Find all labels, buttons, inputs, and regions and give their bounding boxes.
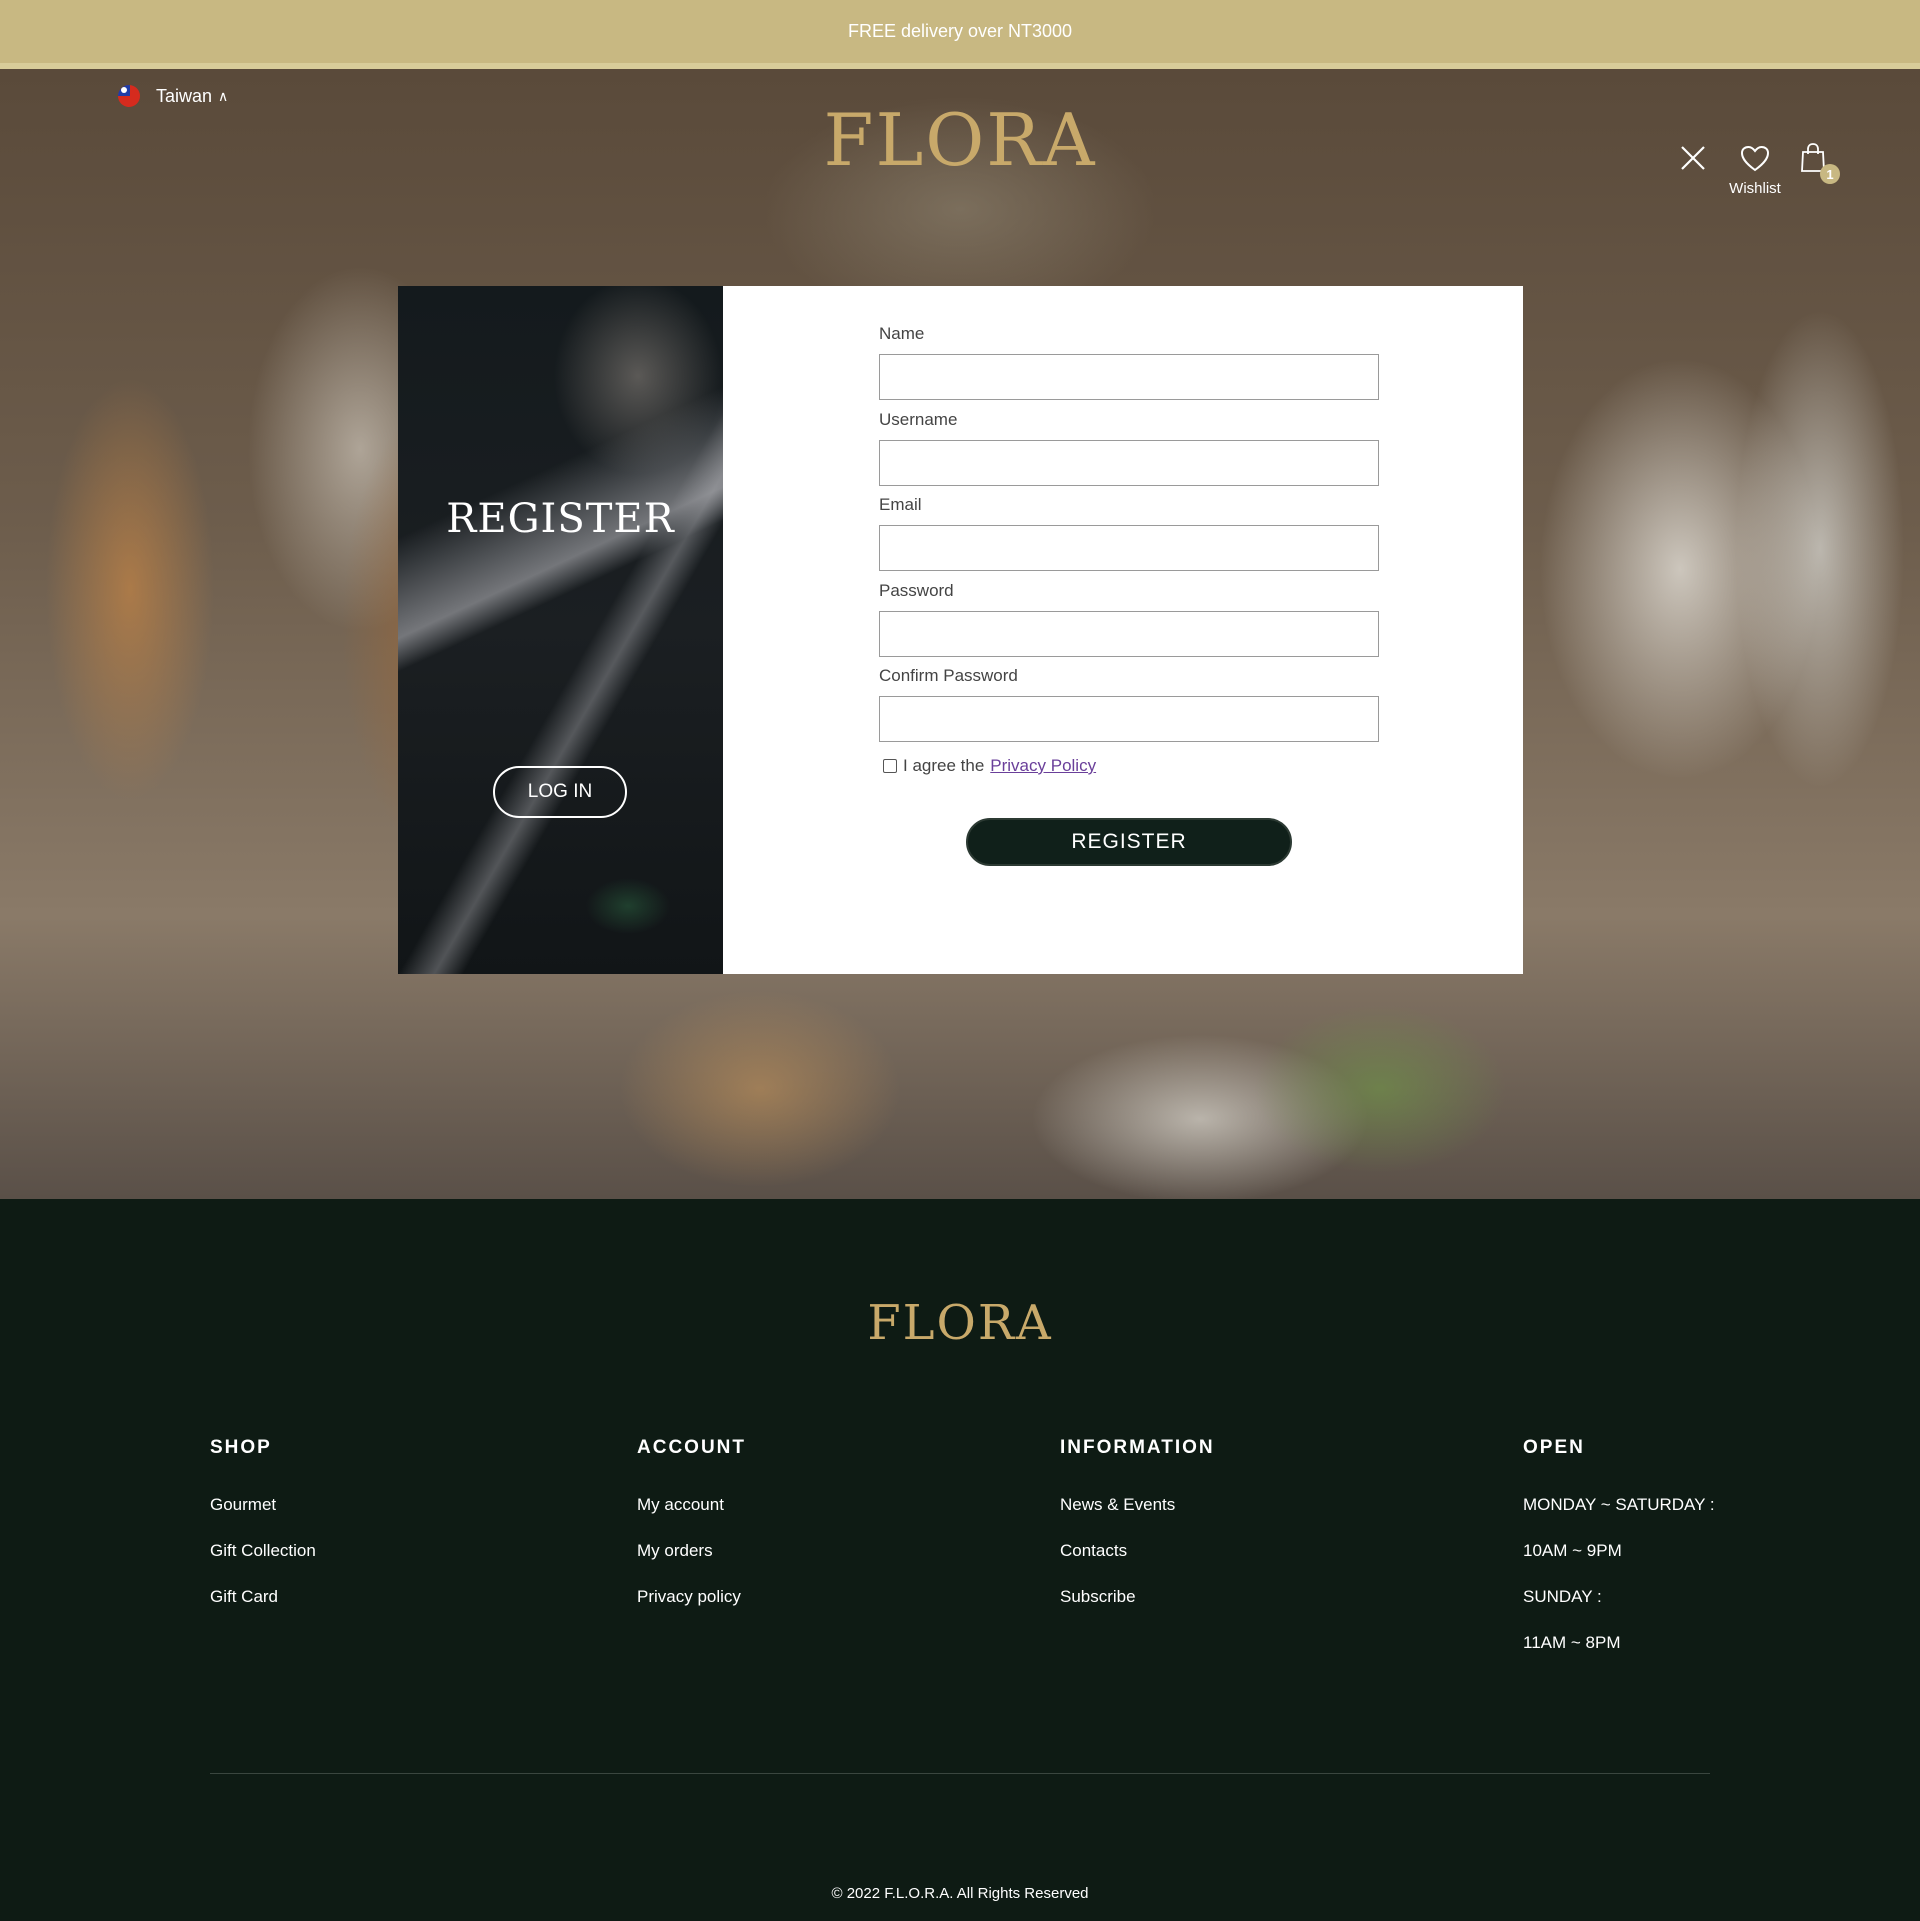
register-form: Name Username Email Password Confirm Pas…: [723, 286, 1523, 974]
confirm-password-label: Confirm Password: [879, 666, 1018, 685]
cart-button[interactable]: 1: [1798, 142, 1840, 186]
register-side-panel: REGISTER LOG IN: [398, 286, 723, 974]
heart-icon: [1740, 145, 1770, 172]
footer-link-privacy-policy[interactable]: Privacy policy: [637, 1587, 746, 1633]
cart-count-badge: 1: [1820, 164, 1840, 184]
footer-column-information: INFORMATION News & Events Contacts Subsc…: [1060, 1437, 1215, 1633]
footer-link-gourmet[interactable]: Gourmet: [210, 1495, 316, 1541]
email-field[interactable]: [879, 525, 1379, 571]
name-field[interactable]: [879, 354, 1379, 400]
footer-heading-open: OPEN: [1523, 1437, 1585, 1458]
promo-banner-text: FREE delivery over NT3000: [847, 21, 1073, 41]
footer-link-my-orders[interactable]: My orders: [637, 1541, 746, 1587]
promo-banner: FREE delivery over NT3000: [0, 0, 1920, 69]
login-button[interactable]: LOG IN: [493, 766, 627, 818]
copyright-text: © 2022 F.L.O.R.A. All Rights Reserved: [831, 1885, 1089, 1902]
register-submit-button[interactable]: REGISTER: [966, 818, 1292, 866]
site-logo-text: FLORA: [823, 98, 1097, 182]
footer-heading-shop: SHOP: [210, 1437, 272, 1458]
footer-column-account: ACCOUNT My account My orders Privacy pol…: [637, 1437, 746, 1633]
name-label: Name: [879, 324, 925, 343]
footer-logo: FLORA: [867, 1295, 1053, 1351]
footer-link-gift-card[interactable]: Gift Card: [210, 1587, 316, 1633]
footer-divider: [210, 1773, 1710, 1774]
site-footer: FLORA SHOP Gourmet Gift Collection Gift …: [0, 1199, 1920, 1921]
agree-row: I agree the Privacy Policy: [883, 756, 1096, 776]
footer-heading-account: ACCOUNT: [637, 1437, 746, 1458]
footer-heading-information: INFORMATION: [1060, 1437, 1215, 1458]
footer-column-open: OPEN MONDAY ~ SATURDAY : 10AM ~ 9PM SUND…: [1523, 1437, 1715, 1679]
footer-link-my-account[interactable]: My account: [637, 1495, 746, 1541]
username-label: Username: [879, 410, 958, 429]
email-label: Email: [879, 495, 922, 514]
agree-checkbox[interactable]: [883, 759, 897, 773]
footer-link-subscribe[interactable]: Subscribe: [1060, 1587, 1215, 1633]
footer-link-gift-collection[interactable]: Gift Collection: [210, 1541, 316, 1587]
opening-hours-sunday-time: 11AM ~ 8PM: [1523, 1633, 1621, 1652]
username-field[interactable]: [879, 440, 1379, 486]
site-logo[interactable]: FLORA: [0, 98, 1920, 182]
opening-hours-weekday: MONDAY ~ SATURDAY :: [1523, 1495, 1715, 1514]
close-icon[interactable]: [1680, 145, 1706, 171]
password-label: Password: [879, 581, 954, 600]
privacy-policy-link[interactable]: Privacy Policy: [990, 756, 1096, 776]
footer-link-news-events[interactable]: News & Events: [1060, 1495, 1215, 1541]
footer-link-contacts[interactable]: Contacts: [1060, 1541, 1215, 1587]
opening-hours-weekday-time: 10AM ~ 9PM: [1523, 1541, 1622, 1560]
wishlist-label: Wishlist: [1729, 180, 1781, 197]
footer-column-shop: SHOP Gourmet Gift Collection Gift Card: [210, 1437, 316, 1633]
register-title: REGISTER: [446, 496, 675, 542]
agree-text: I agree the: [903, 756, 985, 775]
opening-hours-sunday: SUNDAY :: [1523, 1587, 1602, 1606]
password-field[interactable]: [879, 611, 1379, 657]
confirm-password-field[interactable]: [879, 696, 1379, 742]
wishlist-button[interactable]: Wishlist: [1728, 145, 1782, 197]
